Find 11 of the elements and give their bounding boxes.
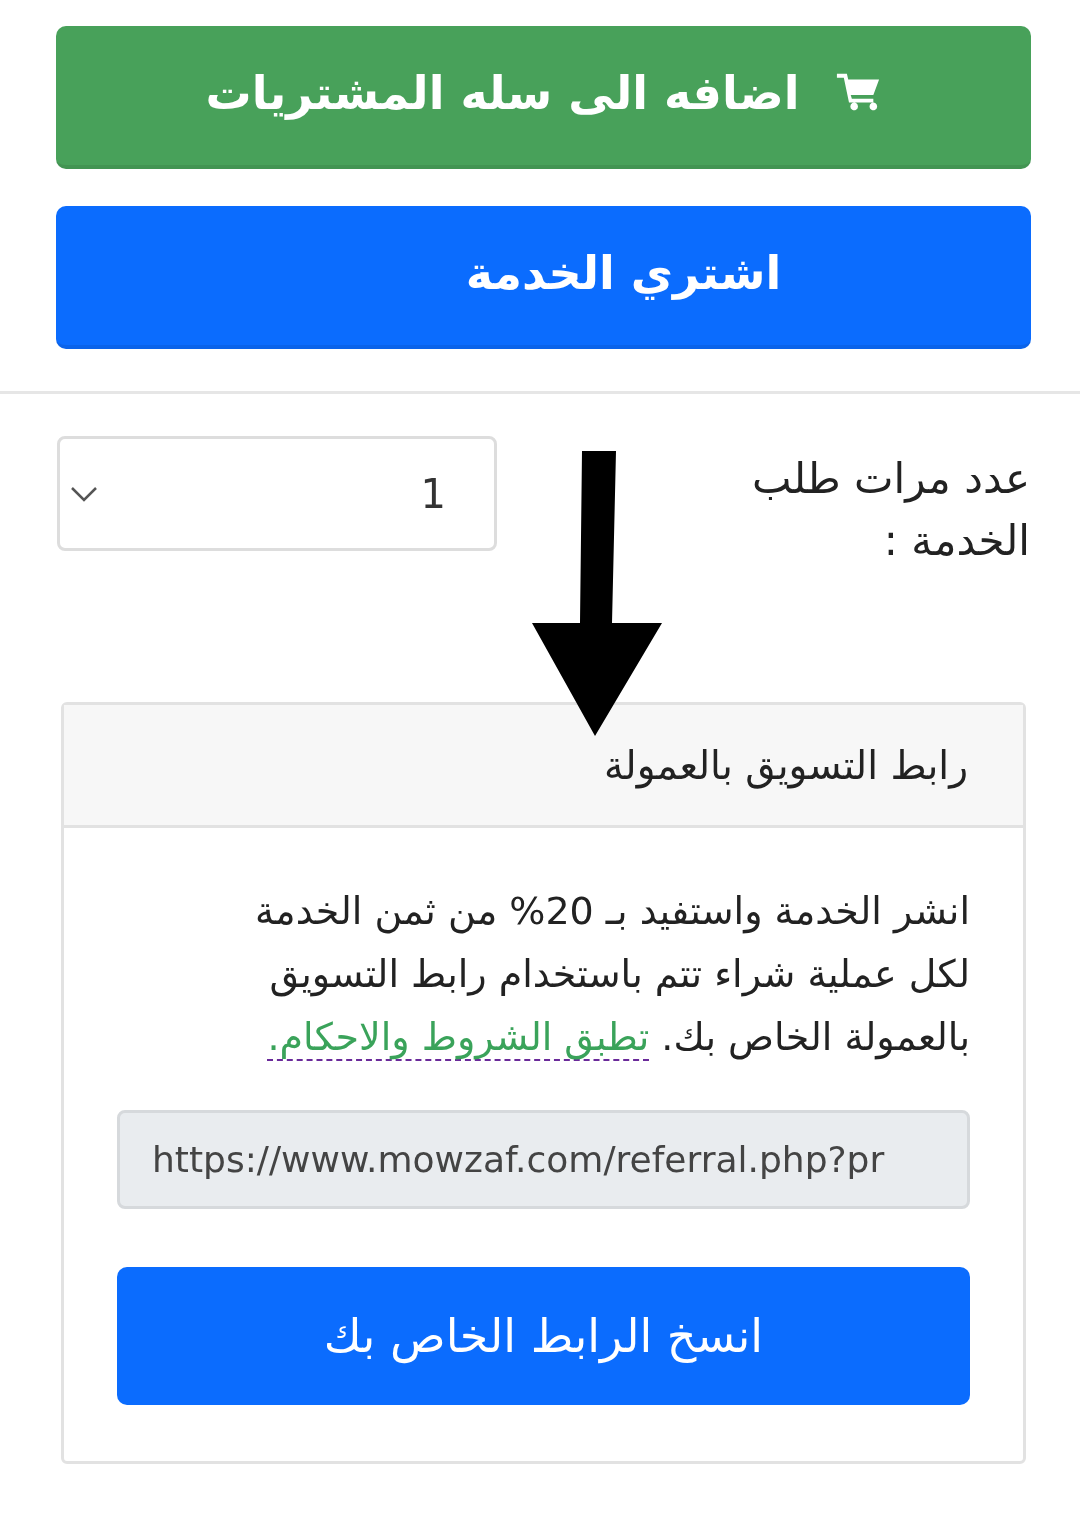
referral-link-field[interactable]: https://www.mowzaf.com/referral.php?pr: [117, 1110, 970, 1209]
down-arrow-icon: [532, 451, 662, 736]
card-title: رابط التسويق بالعمولة: [603, 742, 968, 788]
buy-button[interactable]: اشتري الخدمة: [56, 206, 1031, 349]
terms-link[interactable]: تطبق الشروط والاحكام.: [267, 1015, 650, 1061]
add-to-cart-button[interactable]: اضافه الى سله المشتريات: [56, 26, 1031, 169]
quantity-select[interactable]: 1: [57, 436, 497, 551]
quantity-label: عدد مرات طلب الخدمة :: [751, 453, 1030, 567]
description-text: انشر الخدمة واستفيد بـ 20% من ثمن الخدمة لكل عملية شراء تتم باستخدام رابط التسويق بالعمولة الخاص بك. تطبق الشروط والاحكام.: [254, 888, 970, 1063]
chevron-down-icon: [70, 484, 98, 503]
copy-link-button[interactable]: انسخ الرابط الخاص بك: [117, 1267, 970, 1405]
